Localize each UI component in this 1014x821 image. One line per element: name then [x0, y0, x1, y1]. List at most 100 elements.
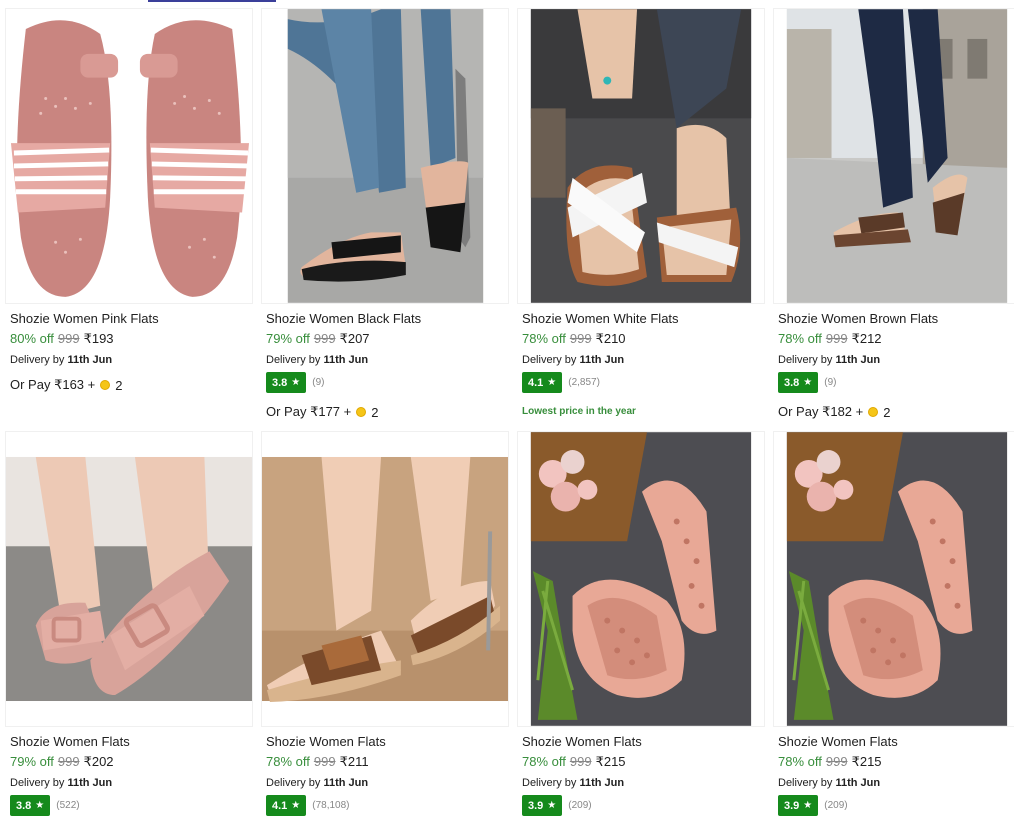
delivery-date: 11th Jun — [323, 354, 369, 366]
rating-badge: 4.1 ★ — [522, 372, 563, 393]
black-flats-image — [262, 9, 508, 303]
product-image[interactable] — [5, 8, 253, 304]
product-grid: Shozie Women Pink Flats 80% off 999 ₹193 D… — [0, 8, 1014, 821]
rating-value: 3.8 — [16, 799, 32, 812]
discount-percent: 79% off — [10, 754, 54, 769]
price-row: 78% off 999 ₹215 — [778, 754, 882, 770]
mrp-price: 999 — [57, 331, 80, 346]
rating-value: 3.8 — [784, 376, 800, 389]
delivery-label: Delivery by — [10, 354, 65, 366]
delivery-info: Delivery by 11th Jun — [778, 354, 880, 366]
delivery-info: Delivery by 11th Jun — [266, 777, 368, 789]
mrp-price: 999 — [569, 331, 592, 346]
discount-percent: 78% off — [266, 754, 310, 769]
pink-flats-image — [6, 9, 252, 303]
product-title[interactable]: Shozie Women White Flats — [522, 311, 679, 326]
rating-row: 3.8 ★ (522) — [10, 795, 80, 816]
selling-price: ₹207 — [339, 331, 370, 346]
rating-count: (9) — [824, 377, 837, 388]
rating-badge: 3.8 ★ — [266, 372, 307, 393]
product-title[interactable]: Shozie Women Flats — [522, 734, 642, 749]
delivery-date: 11th Jun — [835, 777, 881, 789]
rating-row: 3.8 ★ (9) — [266, 372, 325, 393]
rating-value: 3.8 — [272, 376, 288, 389]
rating-count: (9) — [312, 377, 325, 388]
product-title[interactable]: Shozie Women Flats — [778, 734, 898, 749]
product-image[interactable] — [773, 431, 1014, 727]
product-title[interactable]: Shozie Women Brown Flats — [778, 311, 938, 326]
delivery-date: 11th Jun — [579, 354, 625, 366]
or-pay-text: Or Pay ₹177 + — [266, 404, 352, 419]
star-icon: ★ — [547, 377, 557, 388]
product-image[interactable] — [773, 8, 1014, 304]
selling-price: ₹210 — [595, 331, 626, 346]
selling-price: ₹215 — [851, 754, 882, 769]
rating-count: (78,108) — [312, 800, 350, 811]
rating-value: 4.1 — [528, 376, 544, 389]
product-image[interactable] — [517, 8, 765, 304]
star-icon: ★ — [803, 377, 813, 388]
rating-count: (522) — [56, 800, 80, 811]
coin-icon — [356, 407, 367, 417]
product-title[interactable]: Shozie Women Flats — [266, 734, 386, 749]
delivery-info: Delivery by 11th Jun — [522, 354, 624, 366]
or-pay-offer: Or Pay ₹163 + 2 — [10, 377, 122, 393]
rating-row: 3.9 ★ (209) — [778, 795, 848, 816]
delivery-label: Delivery by — [266, 354, 321, 366]
product-title[interactable]: Shozie Women Black Flats — [266, 311, 421, 326]
mrp-price: 999 — [313, 754, 336, 769]
discount-percent: 80% off — [10, 331, 54, 346]
rating-badge: 3.9 ★ — [522, 795, 563, 816]
brown-flats-image — [774, 9, 1014, 303]
delivery-date: 11th Jun — [835, 354, 881, 366]
or-pay-text: Or Pay ₹163 + — [10, 377, 96, 392]
mrp-price: 999 — [569, 754, 592, 769]
rating-row: 3.8 ★ (9) — [778, 372, 837, 393]
delivery-info: Delivery by 11th Jun — [778, 777, 880, 789]
star-icon: ★ — [291, 800, 301, 811]
star-icon: ★ — [35, 800, 45, 811]
product-image[interactable] — [517, 431, 765, 727]
delivery-info: Delivery by 11th Jun — [266, 354, 368, 366]
delivery-label: Delivery by — [522, 777, 577, 789]
discount-percent: 78% off — [522, 754, 566, 769]
product-image[interactable] — [261, 431, 509, 727]
pink-clogs-image — [774, 432, 1014, 726]
discount-percent: 78% off — [778, 754, 822, 769]
rating-value: 4.1 — [272, 799, 288, 812]
star-icon: ★ — [291, 377, 301, 388]
rating-badge: 4.1 ★ — [266, 795, 307, 816]
selling-price: ₹202 — [83, 754, 114, 769]
product-image[interactable] — [261, 8, 509, 304]
pink-clogs-image — [518, 432, 764, 726]
product-image[interactable] — [5, 431, 253, 727]
delivery-info: Delivery by 11th Jun — [522, 777, 624, 789]
top-accent-bar — [148, 0, 276, 2]
rating-badge: 3.8 ★ — [778, 372, 819, 393]
lowest-price-tag: Lowest price in the year — [522, 406, 636, 417]
price-row: 79% off 999 ₹207 — [266, 331, 370, 347]
mrp-price: 999 — [313, 331, 336, 346]
price-row: 80% off 999 ₹193 — [10, 331, 114, 347]
delivery-date: 11th Jun — [323, 777, 369, 789]
selling-price: ₹193 — [83, 331, 114, 346]
price-row: 79% off 999 ₹202 — [10, 754, 114, 770]
delivery-label: Delivery by — [266, 777, 321, 789]
delivery-date: 11th Jun — [579, 777, 625, 789]
star-icon: ★ — [547, 800, 557, 811]
mrp-price: 999 — [825, 331, 848, 346]
coin-count: 2 — [371, 404, 379, 420]
or-pay-offer: Or Pay ₹182 + 2 — [778, 404, 890, 420]
product-title[interactable]: Shozie Women Pink Flats — [10, 311, 159, 326]
price-row: 78% off 999 ₹212 — [778, 331, 882, 347]
coin-count: 2 — [115, 377, 123, 393]
price-row: 78% off 999 ₹215 — [522, 754, 626, 770]
delivery-label: Delivery by — [778, 777, 833, 789]
rating-count: (209) — [824, 800, 848, 811]
selling-price: ₹211 — [339, 754, 369, 769]
delivery-label: Delivery by — [10, 777, 65, 789]
or-pay-offer: Or Pay ₹177 + 2 — [266, 404, 378, 420]
product-title[interactable]: Shozie Women Flats — [10, 734, 130, 749]
rating-count: (2,857) — [568, 377, 600, 388]
rating-row: 3.9 ★ (209) — [522, 795, 592, 816]
